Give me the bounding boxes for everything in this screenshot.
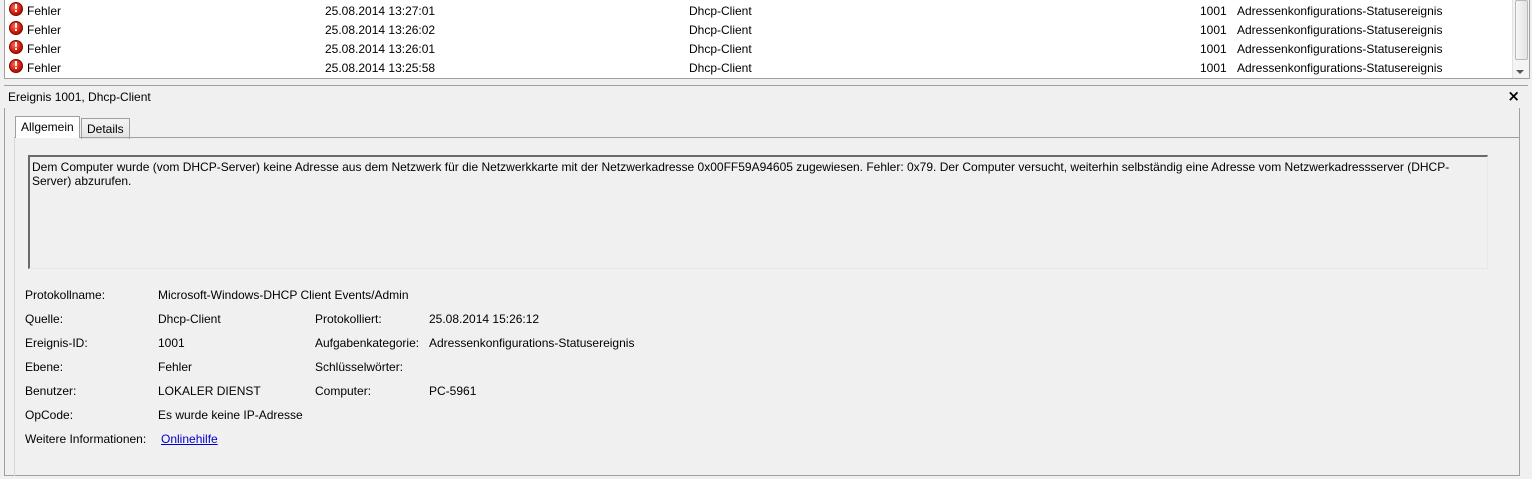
log-name-value: Microsoft-Windows-DHCP Client Events/Adm… (158, 288, 409, 302)
source-label: Quelle: (25, 312, 64, 326)
event-id: 1001 (1200, 42, 1227, 56)
task-category-value: Adressenkonfigurations-Statusereignis (429, 336, 635, 350)
log-name-label: Protokollname: (25, 288, 106, 302)
event-level: Fehler (27, 23, 62, 37)
event-id: 1001 (1200, 23, 1227, 37)
event-date: 25.08.2014 13:26:02 (325, 23, 436, 37)
error-icon: ! (9, 2, 23, 16)
more-info-label: Weitere Informationen: (25, 432, 147, 446)
opcode-value: Es wurde keine IP-Adresse zugewiesen (158, 408, 306, 422)
event-details-header: Ereignis 1001, Dhcp-Client × (4, 85, 1528, 108)
tab-details[interactable]: Details (81, 118, 130, 139)
task-category-label: Aufgabenkategorie: (315, 336, 420, 350)
scrollbar-thumb[interactable] (1515, 0, 1528, 60)
event-category: Adressenkonfigurations-Statusereignis (1237, 42, 1443, 56)
event-details-title: Ereignis 1001, Dhcp-Client (8, 90, 151, 104)
event-source: Dhcp-Client (689, 42, 752, 56)
scroll-down-icon[interactable] (1516, 70, 1524, 74)
event-row[interactable]: ! Fehler 25.08.2014 13:27:01 Dhcp-Client… (5, 2, 1513, 21)
event-category: Adressenkonfigurations-Statusereignis (1237, 61, 1443, 75)
event-source: Dhcp-Client (689, 61, 752, 75)
error-icon: ! (9, 40, 23, 54)
event-id-label: Ereignis-ID: (25, 336, 88, 350)
vertical-scrollbar[interactable] (1512, 0, 1529, 78)
event-id-value: 1001 (158, 336, 185, 350)
event-category: Adressenkonfigurations-Statusereignis (1237, 23, 1443, 37)
event-category: Adressenkonfigurations-Statusereignis (1237, 4, 1443, 18)
event-row[interactable]: ! Fehler 25.08.2014 13:25:58 Dhcp-Client… (5, 59, 1513, 78)
event-date: 25.08.2014 13:26:01 (325, 42, 436, 56)
source-value: Dhcp-Client (158, 312, 221, 326)
logged-label: Protokolliert: (315, 312, 382, 326)
keywords-label: Schlüsselwörter: (315, 360, 404, 374)
event-source: Dhcp-Client (689, 23, 752, 37)
event-description[interactable]: Dem Computer wurde (vom DHCP-Server) kei… (28, 155, 1488, 269)
event-id: 1001 (1200, 61, 1227, 75)
error-icon: ! (9, 21, 23, 35)
logged-value: 25.08.2014 15:26:12 (429, 312, 540, 326)
event-row[interactable]: ! Fehler 25.08.2014 13:26:02 Dhcp-Client… (5, 21, 1513, 40)
opcode-label: OpCode: (25, 408, 74, 422)
event-source: Dhcp-Client (689, 4, 752, 18)
event-level: Fehler (27, 4, 62, 18)
event-row[interactable]: ! Fehler 25.08.2014 13:26:01 Dhcp-Client… (5, 40, 1513, 59)
tab-general[interactable]: Allgemein (15, 116, 80, 138)
computer-value: PC-5961 (429, 384, 477, 398)
event-level: Fehler (27, 42, 62, 56)
level-value: Fehler (158, 360, 193, 374)
computer-label: Computer: (315, 384, 372, 398)
close-icon[interactable]: × (1507, 87, 1520, 105)
user-value: LOKALER DIENST (158, 384, 261, 398)
event-level: Fehler (27, 61, 62, 75)
error-icon: ! (9, 59, 23, 73)
general-tab-panel: Dem Computer wurde (vom DHCP-Server) kei… (14, 137, 1520, 476)
event-details-pane: Allgemein Details Dem Computer wurde (vo… (4, 108, 1520, 476)
event-date: 25.08.2014 13:25:58 (325, 61, 436, 75)
level-label: Ebene: (25, 360, 64, 374)
online-help-link[interactable]: Onlinehilfe (161, 432, 218, 446)
event-id: 1001 (1200, 4, 1227, 18)
event-date: 25.08.2014 13:27:01 (325, 4, 436, 18)
user-label: Benutzer: (25, 384, 77, 398)
event-list[interactable]: ! Fehler 25.08.2014 13:27:01 Dhcp-Client… (4, 0, 1530, 79)
